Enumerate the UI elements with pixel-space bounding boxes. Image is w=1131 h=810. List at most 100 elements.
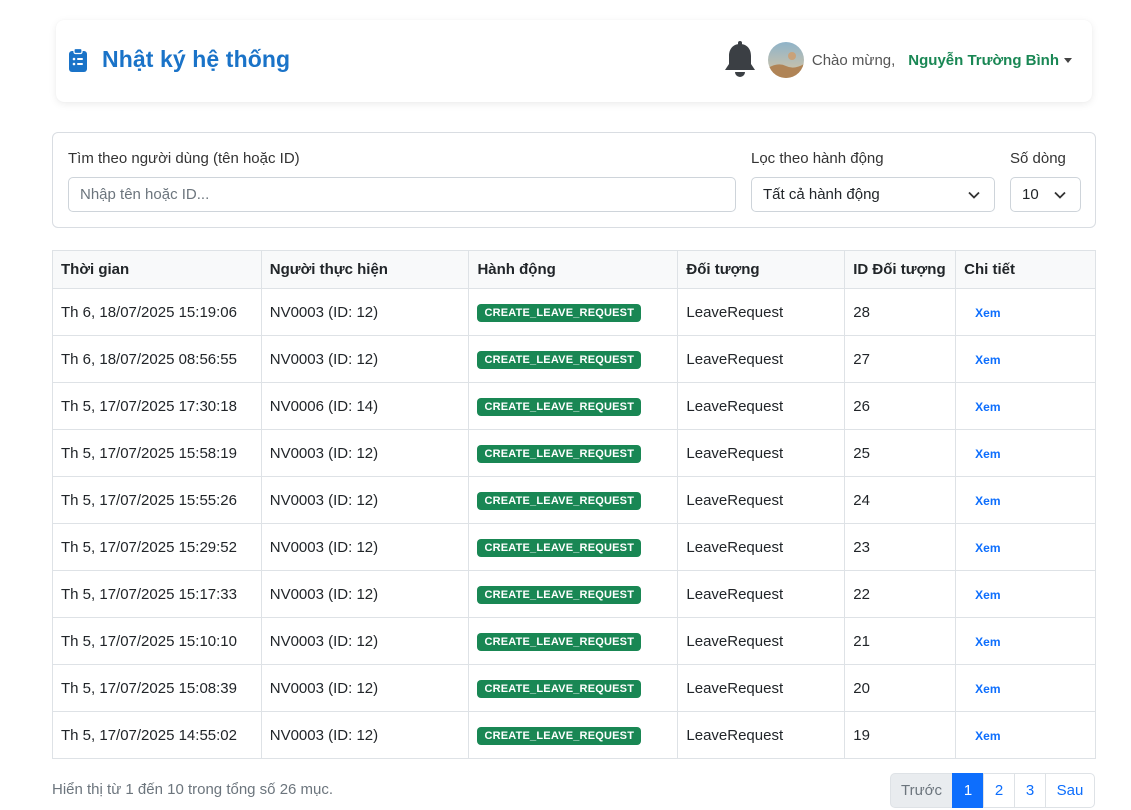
chevron-down-icon (1054, 191, 1066, 199)
table-row: Th 5, 17/07/2025 15:08:39 NV0003 (ID: 12)… (52, 664, 1096, 712)
cell-time: Th 5, 17/07/2025 14:55:02 (52, 711, 262, 759)
column-header: Đối tượng (677, 250, 846, 289)
view-detail-link[interactable]: Xem (964, 447, 1000, 461)
cell-text: Th 6, 18/07/2025 08:56:55 (61, 350, 237, 368)
cell-action: CREATE_LEAVE_REQUEST (468, 570, 679, 618)
table-row: Th 5, 17/07/2025 15:55:26 NV0003 (ID: 12)… (52, 476, 1096, 524)
table-row: Th 6, 18/07/2025 15:19:06 NV0003 (ID: 12)… (52, 288, 1096, 336)
column-header: Thời gian (52, 250, 262, 289)
cell-text: Th 5, 17/07/2025 15:58:19 (61, 444, 237, 462)
pagination: Trước 1 2 3 Sau (890, 773, 1095, 808)
page-2-button[interactable]: 2 (983, 773, 1015, 808)
cell-detail: Xem (955, 382, 1096, 430)
cell-user: NV0003 (ID: 12) (260, 711, 470, 759)
page-3-button[interactable]: 3 (1014, 773, 1046, 808)
cell-object-id: 22 (844, 570, 957, 618)
cell-action: CREATE_LEAVE_REQUEST (468, 429, 679, 477)
cell-text: 21 (853, 632, 870, 650)
caret-down-icon (1064, 58, 1072, 63)
prev-page-button[interactable]: Trước (890, 773, 953, 808)
cell-action: CREATE_LEAVE_REQUEST (468, 617, 679, 665)
view-detail-link[interactable]: Xem (964, 729, 1000, 743)
cell-object-id: 27 (844, 335, 957, 383)
user-filter-label: Tìm theo người dùng (tên hoặc ID) (68, 150, 300, 167)
action-badge: CREATE_LEAVE_REQUEST (477, 679, 642, 698)
cell-text: LeaveRequest (686, 444, 784, 462)
next-page-button[interactable]: Sau (1045, 773, 1095, 808)
cell-object-id: 21 (844, 617, 957, 665)
avatar[interactable] (767, 42, 804, 78)
clipboard-list-icon (68, 47, 88, 72)
column-header: Hành động (468, 250, 679, 289)
column-header: ID Đối tượng (844, 250, 957, 289)
cell-object: LeaveRequest (677, 523, 846, 571)
cell-object: LeaveRequest (677, 617, 846, 665)
action-badge: CREATE_LEAVE_REQUEST (477, 726, 642, 745)
cell-text: Th 5, 17/07/2025 15:29:52 (61, 538, 237, 556)
view-detail-link[interactable]: Xem (964, 682, 1000, 696)
cell-text: Th 6, 18/07/2025 15:19:06 (61, 303, 237, 321)
view-detail-link[interactable]: Xem (964, 635, 1000, 649)
view-detail-link[interactable]: Xem (964, 494, 1000, 508)
table-header-row: Thời gian Người thực hiện Hành động Đối … (52, 250, 1096, 289)
cell-text: Th 5, 17/07/2025 17:30:18 (61, 397, 237, 415)
cell-text: LeaveRequest (686, 397, 784, 415)
rows-per-page-select[interactable]: 10 (1010, 177, 1081, 212)
cell-object-id: 26 (844, 382, 957, 430)
cell-text: Th 5, 17/07/2025 15:08:39 (61, 679, 237, 697)
cell-object: LeaveRequest (677, 711, 846, 759)
table-row: Th 5, 17/07/2025 15:17:33 NV0003 (ID: 12)… (52, 570, 1096, 618)
filter-panel: Tìm theo người dùng (tên hoặc ID) Lọc th… (52, 132, 1096, 228)
cell-user: NV0003 (ID: 12) (260, 429, 470, 477)
rows-per-page-label: Số dòng (1010, 150, 1066, 167)
cell-detail: Xem (955, 429, 1096, 477)
cell-text: LeaveRequest (686, 303, 784, 321)
action-filter-select[interactable]: Tất cả hành động (751, 177, 995, 212)
pagination-summary: Hiển thị từ 1 đến 10 trong tổng số 26 mụ… (52, 781, 334, 798)
cell-object-id: 24 (844, 476, 957, 524)
cell-object: LeaveRequest (677, 288, 846, 336)
cell-text: NV0003 (ID: 12) (269, 632, 379, 650)
page-1-button[interactable]: 1 (952, 773, 984, 808)
cell-object-id: 25 (844, 429, 957, 477)
cell-user: NV0003 (ID: 12) (260, 617, 470, 665)
cell-text: LeaveRequest (686, 726, 784, 744)
table-row: Th 5, 17/07/2025 15:10:10 NV0003 (ID: 12)… (52, 617, 1096, 665)
cell-user: NV0003 (ID: 12) (260, 664, 470, 712)
view-detail-link[interactable]: Xem (964, 400, 1000, 414)
action-badge: CREATE_LEAVE_REQUEST (477, 538, 642, 557)
table-row: Th 5, 17/07/2025 17:30:18 NV0006 (ID: 14)… (52, 382, 1096, 430)
action-filter-label: Lọc theo hành động (751, 150, 884, 167)
cell-text: NV0003 (ID: 12) (269, 538, 379, 556)
cell-detail: Xem (955, 570, 1096, 618)
cell-text: NV0003 (ID: 12) (269, 585, 379, 603)
audit-log-table: Thời gian Người thực hiện Hành động Đối … (52, 250, 1096, 759)
cell-action: CREATE_LEAVE_REQUEST (468, 476, 679, 524)
cell-detail: Xem (955, 664, 1096, 712)
user-search-input[interactable] (68, 177, 736, 212)
cell-object: LeaveRequest (677, 476, 846, 524)
cell-object: LeaveRequest (677, 570, 846, 618)
cell-text: 22 (853, 585, 870, 603)
view-detail-link[interactable]: Xem (964, 541, 1000, 555)
cell-detail: Xem (955, 617, 1096, 665)
cell-action: CREATE_LEAVE_REQUEST (468, 523, 679, 571)
cell-detail: Xem (955, 476, 1096, 524)
view-detail-link[interactable]: Xem (964, 588, 1000, 602)
user-menu-toggle[interactable]: Nguyễn Trường Bình (908, 52, 1072, 69)
view-detail-link[interactable]: Xem (964, 353, 1000, 367)
action-badge: CREATE_LEAVE_REQUEST (477, 491, 642, 510)
cell-object: LeaveRequest (677, 382, 846, 430)
column-header: Chi tiết (955, 250, 1096, 289)
cell-text: LeaveRequest (686, 632, 784, 650)
action-badge: CREATE_LEAVE_REQUEST (477, 444, 642, 463)
bell-icon[interactable] (722, 40, 758, 80)
view-detail-link[interactable]: Xem (964, 306, 1000, 320)
cell-text: NV0003 (ID: 12) (269, 350, 379, 368)
cell-user: NV0003 (ID: 12) (260, 288, 470, 336)
action-badge: CREATE_LEAVE_REQUEST (477, 397, 642, 416)
cell-object-id: 19 (844, 711, 957, 759)
cell-text: 24 (853, 491, 870, 509)
action-filter-value: Tất cả hành động (763, 186, 880, 203)
cell-object: LeaveRequest (677, 664, 846, 712)
